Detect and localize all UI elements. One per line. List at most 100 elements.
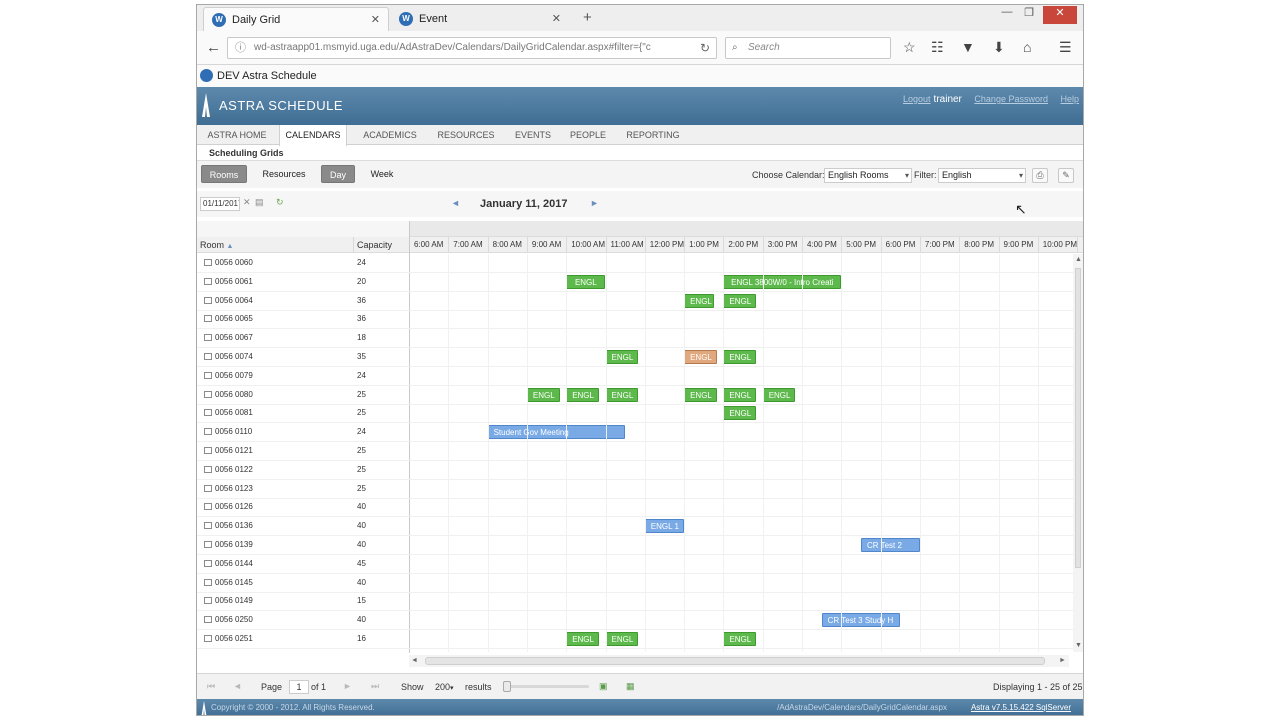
search-input[interactable]: ⌕ Search [725,37,891,59]
room-icon[interactable] [204,465,212,473]
zoom-slider[interactable] [503,681,589,692]
room-name[interactable]: 0056 0074 [215,352,253,361]
room-icon[interactable] [204,409,212,417]
table-row[interactable]: 0056 0250 40 [197,611,1073,631]
event-block[interactable]: ENGL [566,387,599,402]
change-password-link[interactable]: Change Password [974,94,1048,104]
download-icon[interactable]: ⬇ [993,39,1005,56]
close-tab-icon[interactable]: ✕ [552,12,561,25]
scroll-up-icon[interactable]: ▲ [1075,256,1082,263]
room-icon[interactable] [204,371,212,379]
refresh-icon[interactable]: ↻ [276,197,284,208]
table-row[interactable]: 0056 0136 40 [197,517,1073,537]
table-row[interactable]: 0056 0081 25 [197,404,1073,424]
room-icon[interactable] [204,522,212,530]
rooms-toggle[interactable]: Rooms [201,165,247,183]
table-row[interactable]: 0056 0110 24 [197,423,1073,443]
event-block[interactable]: ENGL [723,387,756,402]
tab-daily-grid[interactable]: W Daily Grid ✕ [203,7,389,31]
url-bar[interactable]: ⓘ wd-astraapp01.msmyid.uga.edu/AdAstraDe… [227,37,717,59]
room-icon[interactable] [204,635,212,642]
room-icon[interactable] [204,277,212,285]
event-block[interactable]: ENGL [723,406,756,421]
nav-events[interactable]: EVENTS [507,125,559,145]
room-name[interactable]: 0056 0080 [215,390,253,399]
room-icon[interactable] [204,390,212,398]
event-block[interactable]: ENGL [566,274,606,289]
room-icon[interactable] [204,503,212,511]
event-block[interactable]: CR Test 3 Study H [821,613,901,628]
event-block[interactable]: Student Gov Meeting [487,425,626,440]
table-row[interactable]: 0056 0079 24 [197,367,1073,386]
room-icon[interactable] [204,259,212,266]
help-link[interactable]: Help [1060,94,1079,104]
calendar-select[interactable]: English Rooms ▾ [824,168,912,183]
page-size-select[interactable]: 200▾ [435,682,454,692]
edit-icon[interactable]: ✎ [1058,168,1074,183]
horizontal-scroll-thumb[interactable] [425,657,1045,665]
resources-toggle[interactable]: Resources [257,165,311,183]
horizontal-scrollbar[interactable]: ◄ ► [409,655,1069,667]
event-block[interactable]: ENGL [684,350,717,364]
room-icon[interactable] [204,484,212,492]
maximize-icon[interactable]: ❐ [1019,6,1039,24]
export-excel-icon[interactable]: ▣ [599,681,608,692]
bookmark-star-icon[interactable]: ☆ [903,39,916,56]
room-name[interactable]: 0056 0149 [215,596,253,605]
room-name[interactable]: 0056 0065 [215,314,253,323]
table-row[interactable]: 0056 0121 25 [197,442,1073,461]
event-block[interactable]: ENGL [605,632,639,646]
scroll-right-icon[interactable]: ► [1059,657,1066,664]
room-icon[interactable] [204,353,212,360]
tab-event[interactable]: W Event ✕ [391,7,569,31]
table-row[interactable]: 0056 025940 [197,649,1073,652]
event-block[interactable]: ENGL [723,350,756,364]
room-name[interactable]: 0056 0079 [215,371,253,380]
table-row[interactable]: 0056 0149 15 [197,592,1073,612]
table-row[interactable]: 0056 0139 40 [197,536,1073,555]
room-icon[interactable] [204,597,212,605]
close-tab-icon[interactable]: ✕ [371,13,380,26]
last-page-icon[interactable]: ⏭ [371,681,379,692]
nav-resources[interactable]: RESOURCES [433,125,499,145]
vertical-scrollbar[interactable]: ▲ ▼ [1073,254,1083,652]
menu-icon[interactable]: ☰ [1059,39,1072,56]
nav-academics[interactable]: ACADEMICS [357,125,423,145]
event-block[interactable]: ENGL [723,632,756,646]
date-input[interactable]: 01/11/2017 [200,197,240,211]
table-row[interactable]: 0056 0123 25 [197,480,1073,499]
room-name[interactable]: 0056 0067 [215,333,253,342]
previous-page-icon[interactable]: ◄ [233,681,242,691]
event-block[interactable]: ENGL 3800W/0 - Intro Creati [723,274,842,289]
table-row[interactable]: 0056 0144 45 [197,555,1073,574]
first-page-icon[interactable]: ⏮ [207,681,215,692]
room-name[interactable]: 0056 0110 [215,427,252,436]
room-icon[interactable] [204,578,212,586]
table-row[interactable]: 0056 0067 18 [197,329,1073,349]
room-name[interactable]: 0056 0060 [215,258,253,267]
page-input[interactable]: 1 [289,680,309,694]
table-row[interactable]: 0056 0064 36 [197,292,1073,311]
room-icon[interactable] [204,334,212,342]
room-icon[interactable] [204,296,212,304]
event-block[interactable]: ENGL [605,387,639,402]
capacity-column-header[interactable]: Capacity [357,240,392,250]
room-name[interactable]: 0056 0136 [215,521,253,530]
vertical-scroll-thumb[interactable] [1075,268,1081,568]
room-icon[interactable] [204,541,212,548]
event-block[interactable]: ENGL [684,387,717,402]
nav-astra-home[interactable]: ASTRA HOME [203,125,271,145]
room-name[interactable]: 0056 0064 [215,296,253,305]
table-row[interactable]: 0056 0145 40 [197,574,1073,593]
next-day-icon[interactable]: ► [590,198,599,208]
bookmark-dev-astra[interactable]: DEV Astra Schedule [217,70,317,82]
table-row[interactable]: 0056 0126 40 [197,498,1073,518]
scroll-left-icon[interactable]: ◄ [411,657,418,664]
new-tab-button[interactable]: + [583,9,592,26]
reload-icon[interactable]: ↻ [700,38,710,58]
room-name[interactable]: 0056 0144 [215,559,253,568]
room-name[interactable]: 0056 0145 [215,578,253,587]
filter-select[interactable]: English ▾ [938,168,1026,183]
event-block[interactable]: ENGL [762,387,796,402]
table-row[interactable]: 0056 0061 20 [197,273,1073,292]
